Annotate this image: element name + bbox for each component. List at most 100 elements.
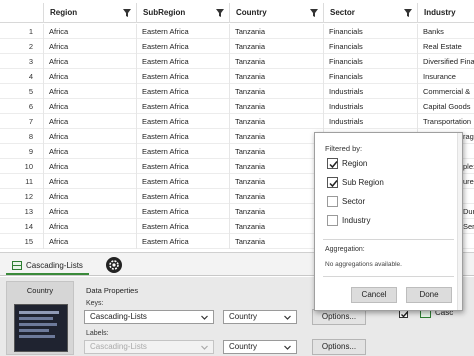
filter-icon[interactable]	[310, 9, 318, 17]
column-header-subregion[interactable]: SubRegion	[137, 3, 230, 23]
cell-region[interactable]: Africa	[44, 129, 137, 144]
cell-industry[interactable]: Commercial &	[418, 84, 474, 99]
column-header-sector[interactable]: Sector	[324, 3, 418, 23]
cell-subregion[interactable]: Eastern Africa	[137, 84, 230, 99]
filter-option-sub-region[interactable]: Sub Region	[327, 175, 384, 189]
cell-country[interactable]: Tanzania	[230, 144, 324, 159]
cell-country[interactable]: Tanzania	[230, 204, 324, 219]
cell-sector[interactable]: Financials	[324, 69, 418, 84]
labels-options-button[interactable]: Options...	[312, 339, 366, 355]
cell-subregion[interactable]: Eastern Africa	[137, 174, 230, 189]
table-row[interactable]: 1 Africa Eastern Africa Tanzania Financials B…	[0, 24, 474, 39]
cell-sector[interactable]: Industrials	[324, 84, 418, 99]
cell-sector[interactable]: Financials	[324, 39, 418, 54]
filter-option-region[interactable]: Region	[327, 156, 367, 170]
cell-region[interactable]: Africa	[44, 159, 137, 174]
cell-subregion[interactable]: Eastern Africa	[137, 129, 230, 144]
cell-industry[interactable]: Insurance	[418, 69, 474, 84]
column-header-industry[interactable]: Industry	[418, 3, 474, 23]
cell-region[interactable]: Africa	[44, 54, 137, 69]
filter-option-sector[interactable]: Sector	[327, 194, 365, 208]
cell-subregion[interactable]: Eastern Africa	[137, 204, 230, 219]
cell-country[interactable]: Tanzania	[230, 159, 324, 174]
checkbox[interactable]	[327, 214, 338, 226]
labels-field-select[interactable]: Country	[223, 340, 297, 354]
cell-subregion[interactable]: Eastern Africa	[137, 114, 230, 129]
table-row[interactable]: 6 Africa Eastern Africa Tanzania Industrials…	[0, 99, 474, 114]
cell-country[interactable]: Tanzania	[230, 219, 324, 234]
cell-country[interactable]: Tanzania	[230, 114, 324, 129]
chevron-down-icon	[284, 345, 291, 350]
cell-industry[interactable]: Real Estate	[418, 39, 474, 54]
checkbox[interactable]	[327, 195, 338, 207]
cell-region[interactable]: Africa	[44, 174, 137, 189]
filter-option-industry[interactable]: Industry	[327, 213, 370, 227]
labels-list-select[interactable]: Cascading-Lists	[84, 340, 214, 354]
cell-industry[interactable]: Banks	[418, 24, 474, 39]
table-row[interactable]: 3 Africa Eastern Africa Tanzania Financials D…	[0, 54, 474, 69]
keys-field-select[interactable]: Country	[223, 310, 297, 324]
cell-subregion[interactable]: Eastern Africa	[137, 159, 230, 174]
cell-industry[interactable]: Diversified Fina	[418, 54, 474, 69]
cell-country[interactable]: Tanzania	[230, 84, 324, 99]
filter-icon[interactable]	[123, 9, 131, 17]
table-row[interactable]: 7 Africa Eastern Africa Tanzania Industrials…	[0, 114, 474, 129]
cell-region[interactable]: Africa	[44, 114, 137, 129]
cell-subregion[interactable]: Eastern Africa	[137, 54, 230, 69]
cancel-button[interactable]: Cancel	[351, 287, 397, 303]
cell-region[interactable]: Africa	[44, 84, 137, 99]
data-properties-title: Data Properties	[86, 286, 139, 295]
cell-country[interactable]: Tanzania	[230, 69, 324, 84]
table-row[interactable]: 2 Africa Eastern Africa Tanzania Financials R…	[0, 39, 474, 54]
country-card[interactable]: Country	[6, 281, 74, 355]
cell-country[interactable]: Tanzania	[230, 189, 324, 204]
cell-region[interactable]: Africa	[44, 219, 137, 234]
cell-subregion[interactable]: Eastern Africa	[137, 24, 230, 39]
filter-icon[interactable]	[404, 9, 412, 17]
checkbox[interactable]	[327, 157, 338, 169]
cell-sector[interactable]: Industrials	[324, 114, 418, 129]
cell-country[interactable]: Tanzania	[230, 99, 324, 114]
row-number: 12	[0, 189, 44, 204]
cell-industry[interactable]: Capital Goods	[418, 99, 474, 114]
checkbox[interactable]	[327, 176, 338, 188]
cell-region[interactable]: Africa	[44, 204, 137, 219]
settings-gear-icon[interactable]	[106, 257, 122, 273]
cell-country[interactable]: Tanzania	[230, 54, 324, 69]
cell-subregion[interactable]: Eastern Africa	[137, 144, 230, 159]
cell-subregion[interactable]: Eastern Africa	[137, 219, 230, 234]
cell-country[interactable]: Tanzania	[230, 39, 324, 54]
cell-subregion[interactable]: Eastern Africa	[137, 234, 230, 249]
cell-subregion[interactable]: Eastern Africa	[137, 39, 230, 54]
cell-region[interactable]: Africa	[44, 69, 137, 84]
column-header-country[interactable]: Country	[230, 3, 324, 23]
cell-subregion[interactable]: Eastern Africa	[137, 69, 230, 84]
cell-industry[interactable]: Transportation	[418, 114, 474, 129]
keys-list-select[interactable]: Cascading-Lists	[84, 310, 214, 324]
cell-country[interactable]: Tanzania	[230, 234, 324, 249]
tab-cascading-lists[interactable]: Cascading-Lists	[6, 257, 89, 275]
checkmark-icon	[329, 179, 338, 187]
cell-country[interactable]: Tanzania	[230, 24, 324, 39]
cell-subregion[interactable]: Eastern Africa	[137, 189, 230, 204]
keys-options-button[interactable]: Options...	[312, 309, 366, 325]
column-header-region[interactable]: Region	[44, 3, 137, 23]
cell-region[interactable]: Africa	[44, 189, 137, 204]
done-button[interactable]: Done	[406, 287, 452, 303]
column-header-label: SubRegion	[143, 8, 186, 17]
scrollbar[interactable]	[457, 133, 462, 310]
cell-region[interactable]: Africa	[44, 99, 137, 114]
cell-region[interactable]: Africa	[44, 234, 137, 249]
cell-country[interactable]: Tanzania	[230, 174, 324, 189]
table-row[interactable]: 5 Africa Eastern Africa Tanzania Industrials…	[0, 84, 474, 99]
cell-region[interactable]: Africa	[44, 24, 137, 39]
cell-sector[interactable]: Financials	[324, 54, 418, 69]
filter-icon[interactable]	[216, 9, 224, 17]
cell-region[interactable]: Africa	[44, 39, 137, 54]
table-row[interactable]: 4 Africa Eastern Africa Tanzania Financials I…	[0, 69, 474, 84]
cell-sector[interactable]: Financials	[324, 24, 418, 39]
cell-subregion[interactable]: Eastern Africa	[137, 99, 230, 114]
cell-region[interactable]: Africa	[44, 144, 137, 159]
cell-sector[interactable]: Industrials	[324, 99, 418, 114]
cell-country[interactable]: Tanzania	[230, 129, 324, 144]
